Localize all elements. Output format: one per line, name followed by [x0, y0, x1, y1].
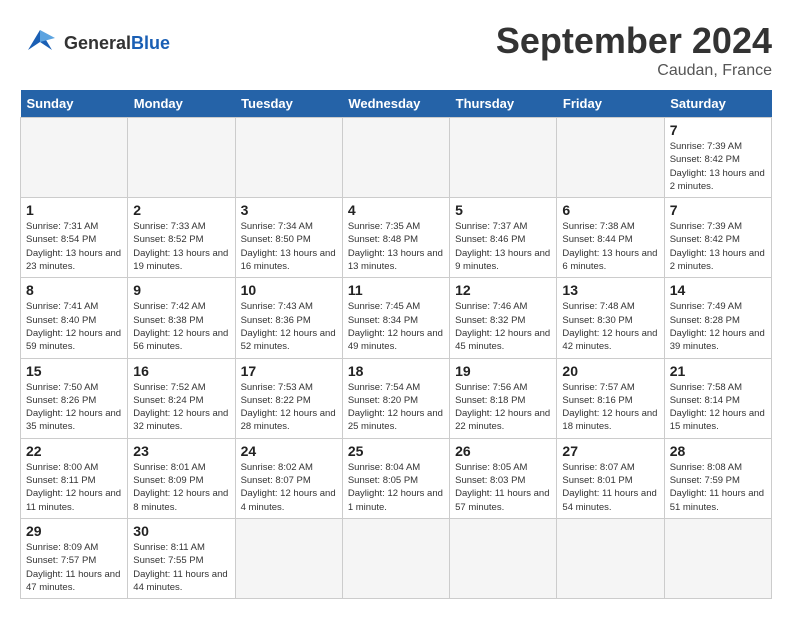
- calendar-day: [342, 518, 449, 598]
- calendar-day: 28Sunrise: 8:08 AMSunset: 7:59 PMDayligh…: [664, 438, 771, 518]
- weekday-header: Sunday: [21, 90, 128, 118]
- calendar-header-row: SundayMondayTuesdayWednesdayThursdayFrid…: [21, 90, 772, 118]
- calendar-day: 29Sunrise: 8:09 AMSunset: 7:57 PMDayligh…: [21, 518, 128, 598]
- calendar-week-row: 7Sunrise: 7:39 AMSunset: 8:42 PMDaylight…: [21, 118, 772, 198]
- calendar-day: 20Sunrise: 7:57 AMSunset: 8:16 PMDayligh…: [557, 358, 664, 438]
- calendar-day: 30Sunrise: 8:11 AMSunset: 7:55 PMDayligh…: [128, 518, 235, 598]
- calendar-week-row: 15Sunrise: 7:50 AMSunset: 8:26 PMDayligh…: [21, 358, 772, 438]
- page-header: GeneralBlue September 2024 Caudan, Franc…: [20, 20, 772, 80]
- weekday-header: Friday: [557, 90, 664, 118]
- calendar-day: 13Sunrise: 7:48 AMSunset: 8:30 PMDayligh…: [557, 278, 664, 358]
- calendar-week-row: 22Sunrise: 8:00 AMSunset: 8:11 PMDayligh…: [21, 438, 772, 518]
- calendar-day: [557, 518, 664, 598]
- calendar-day: 23Sunrise: 8:01 AMSunset: 8:09 PMDayligh…: [128, 438, 235, 518]
- calendar-day-empty: [450, 118, 557, 198]
- calendar-day: 25Sunrise: 8:04 AMSunset: 8:05 PMDayligh…: [342, 438, 449, 518]
- calendar-week-row: 29Sunrise: 8:09 AMSunset: 7:57 PMDayligh…: [21, 518, 772, 598]
- calendar-day: 4Sunrise: 7:35 AMSunset: 8:48 PMDaylight…: [342, 198, 449, 278]
- logo-blue: Blue: [131, 33, 170, 53]
- calendar-day: 24Sunrise: 8:02 AMSunset: 8:07 PMDayligh…: [235, 438, 342, 518]
- calendar-day: 7Sunrise: 7:39 AMSunset: 8:42 PMDaylight…: [664, 198, 771, 278]
- calendar-day: 22Sunrise: 8:00 AMSunset: 8:11 PMDayligh…: [21, 438, 128, 518]
- calendar-day: 19Sunrise: 7:56 AMSunset: 8:18 PMDayligh…: [450, 358, 557, 438]
- weekday-header: Thursday: [450, 90, 557, 118]
- calendar-day-empty: [128, 118, 235, 198]
- calendar-day-empty: [21, 118, 128, 198]
- calendar-day: [664, 518, 771, 598]
- calendar-day: 11Sunrise: 7:45 AMSunset: 8:34 PMDayligh…: [342, 278, 449, 358]
- calendar-day-empty: [557, 118, 664, 198]
- weekday-header: Saturday: [664, 90, 771, 118]
- calendar-day: 18Sunrise: 7:54 AMSunset: 8:20 PMDayligh…: [342, 358, 449, 438]
- logo: GeneralBlue: [20, 20, 170, 67]
- calendar-day: 8Sunrise: 7:41 AMSunset: 8:40 PMDaylight…: [21, 278, 128, 358]
- calendar-day: 16Sunrise: 7:52 AMSunset: 8:24 PMDayligh…: [128, 358, 235, 438]
- weekday-header: Tuesday: [235, 90, 342, 118]
- title-block: September 2024 Caudan, France: [496, 20, 772, 80]
- weekday-header: Monday: [128, 90, 235, 118]
- calendar-day: 3Sunrise: 7:34 AMSunset: 8:50 PMDaylight…: [235, 198, 342, 278]
- calendar-day: 1Sunrise: 7:31 AMSunset: 8:54 PMDaylight…: [21, 198, 128, 278]
- calendar-week-row: 1Sunrise: 7:31 AMSunset: 8:54 PMDaylight…: [21, 198, 772, 278]
- month-title: September 2024: [496, 20, 772, 62]
- calendar-day: [450, 518, 557, 598]
- calendar-day: 21Sunrise: 7:58 AMSunset: 8:14 PMDayligh…: [664, 358, 771, 438]
- calendar-day: 15Sunrise: 7:50 AMSunset: 8:26 PMDayligh…: [21, 358, 128, 438]
- calendar-day: 14Sunrise: 7:49 AMSunset: 8:28 PMDayligh…: [664, 278, 771, 358]
- calendar-day: 10Sunrise: 7:43 AMSunset: 8:36 PMDayligh…: [235, 278, 342, 358]
- calendar-day: 12Sunrise: 7:46 AMSunset: 8:32 PMDayligh…: [450, 278, 557, 358]
- logo-bird-icon: [20, 20, 60, 67]
- calendar-day: 6Sunrise: 7:38 AMSunset: 8:44 PMDaylight…: [557, 198, 664, 278]
- calendar-day: 7Sunrise: 7:39 AMSunset: 8:42 PMDaylight…: [664, 118, 771, 198]
- weekday-header: Wednesday: [342, 90, 449, 118]
- calendar-day: [235, 518, 342, 598]
- calendar-day: 17Sunrise: 7:53 AMSunset: 8:22 PMDayligh…: [235, 358, 342, 438]
- calendar-day-empty: [342, 118, 449, 198]
- calendar-week-row: 8Sunrise: 7:41 AMSunset: 8:40 PMDaylight…: [21, 278, 772, 358]
- logo-general: General: [64, 33, 131, 53]
- calendar-day: 9Sunrise: 7:42 AMSunset: 8:38 PMDaylight…: [128, 278, 235, 358]
- location: Caudan, France: [496, 62, 772, 80]
- logo-text: GeneralBlue: [64, 34, 170, 54]
- calendar-day-empty: [235, 118, 342, 198]
- calendar-day: 26Sunrise: 8:05 AMSunset: 8:03 PMDayligh…: [450, 438, 557, 518]
- calendar-table: SundayMondayTuesdayWednesdayThursdayFrid…: [20, 90, 772, 599]
- calendar-day: 27Sunrise: 8:07 AMSunset: 8:01 PMDayligh…: [557, 438, 664, 518]
- calendar-day: 2Sunrise: 7:33 AMSunset: 8:52 PMDaylight…: [128, 198, 235, 278]
- calendar-day: 5Sunrise: 7:37 AMSunset: 8:46 PMDaylight…: [450, 198, 557, 278]
